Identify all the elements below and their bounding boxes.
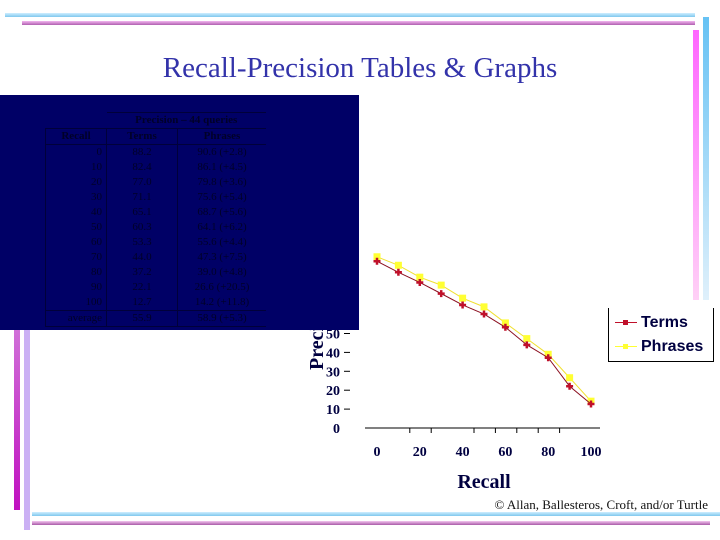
cell-recall: 10	[45, 160, 107, 175]
cell-terms: 53.3	[106, 235, 178, 250]
data-point-terms	[437, 290, 445, 298]
data-point-phrases	[523, 335, 531, 343]
y-tick-label: 40	[326, 346, 340, 361]
legend-swatch-phrases	[615, 342, 637, 352]
x-tick-label: 80	[541, 445, 555, 460]
cell-phrases: 55.6 (+4.4)	[197, 236, 247, 248]
legend-swatch-terms	[615, 318, 637, 328]
cell-phrases: 68.7 (+5.6)	[197, 206, 247, 218]
data-point-phrases	[459, 294, 467, 302]
data-point-terms	[459, 301, 467, 309]
cell-recall: 100	[45, 295, 107, 311]
y-tick-label: 30	[326, 365, 340, 380]
cell-terms: 65.1	[106, 205, 178, 220]
cell-terms: 22.1	[106, 280, 178, 295]
cell-recall: average	[45, 310, 107, 327]
cell-phrases: 26.6 (+20.5)	[194, 281, 250, 293]
cell-recall: 20	[45, 175, 107, 190]
cell-terms: 71.1	[106, 190, 178, 205]
cell-phrases: 14.2 (+11.8)	[194, 296, 250, 308]
table-row: 70 44.0 47.3 (+7.5)	[45, 250, 267, 265]
x-axis-title: Recall	[457, 471, 511, 493]
table-row: 30 71.1 75.6 (+5.4)	[45, 190, 267, 205]
cell-terms: 88.2	[106, 144, 178, 160]
cell-terms: 44.0	[106, 250, 178, 265]
cell-recall: 0	[45, 144, 107, 160]
y-tick-label: 20	[326, 384, 340, 399]
precision-table: Precision – 44 queries Recall Terms Phra…	[45, 112, 266, 327]
cell-recall: 90	[45, 280, 107, 295]
series-terms	[373, 257, 595, 408]
cell-phrases: 58.9 (+5.3)	[177, 310, 266, 327]
data-point-terms	[480, 310, 488, 318]
table-row: 20 77.0 79.8 (+3.6)	[45, 175, 267, 190]
x-tick-label: 60	[498, 445, 512, 460]
x-tick-label: 0	[374, 445, 381, 460]
data-point-phrases	[566, 374, 574, 382]
data-point-terms	[394, 268, 402, 276]
cell-phrases: 75.6 (+5.4)	[197, 191, 247, 203]
header-terms: Terms	[106, 128, 178, 145]
series-line-phrases	[376, 256, 592, 402]
table-row: 90 22.1 26.6 (+20.5)	[45, 280, 267, 295]
series-line-terms	[376, 260, 592, 405]
legend-label-terms: Terms	[641, 314, 688, 331]
table-row: 50 60.3 64.1 (+6.2)	[45, 220, 267, 235]
cell-recall: 70	[45, 250, 107, 265]
cell-phrases: 86.1 (+4.5)	[197, 161, 247, 173]
data-point-phrases	[480, 303, 488, 311]
cell-phrases: 39.0 (+4.8)	[197, 266, 247, 278]
precision-table-overlay: Precision – 44 queries Recall Terms Phra…	[0, 95, 359, 330]
data-point-phrases	[437, 281, 445, 289]
table-row: 80 37.2 39.0 (+4.8)	[45, 265, 267, 280]
cell-recall: 60	[45, 235, 107, 250]
chart-axes: 010203040500 20 40 60 80 100	[326, 238, 602, 460]
cell-terms: 60.3	[106, 220, 178, 235]
cell-phrases: 47.3 (+7.5)	[197, 251, 247, 263]
chart-series	[373, 253, 595, 408]
table-caption-row: Precision – 44 queries	[46, 112, 266, 129]
x-tick-label: 40	[456, 445, 470, 460]
legend-label-phrases: Phrases	[641, 338, 704, 355]
table-header-row: Recall Terms Phrases	[45, 128, 266, 145]
table-row: 10 82.4 86.1 (+4.5)	[45, 160, 267, 175]
cell-phrases: 64.1 (+6.2)	[197, 221, 247, 233]
table-row: 100 12.7 14.2 (+11.8)	[45, 295, 267, 311]
cell-recall: 50	[45, 220, 107, 235]
cell-terms: 37.2	[106, 265, 178, 280]
cell-recall: 40	[45, 205, 107, 220]
cell-recall: 80	[45, 265, 107, 280]
table-caption: Precision – 44 queries	[106, 112, 266, 129]
y-tick-label: 0	[333, 422, 340, 437]
header-recall: Recall	[45, 128, 107, 145]
cell-phrases: 79.8 (+3.6)	[197, 176, 247, 188]
copyright-footer: © Allan, Ballesteros, Croft, and/or Turt…	[494, 497, 708, 512]
cell-terms: 77.0	[106, 175, 178, 190]
legend-item-phrases: Phrases	[615, 335, 703, 359]
x-tick-label: 20	[413, 445, 427, 460]
data-point-phrases	[394, 261, 402, 269]
table-row: 60 53.3 55.6 (+4.4)	[45, 235, 267, 250]
x-tick-label: 100	[581, 445, 602, 460]
cell-terms: 82.4	[106, 160, 178, 175]
cell-phrases: 90.6 (+2.8)	[197, 146, 247, 158]
chart-legend: Terms Phrases	[608, 308, 714, 362]
cell-terms: 55.9	[106, 310, 178, 327]
table-average-row: average 55.9 58.9 (+5.3)	[45, 310, 266, 327]
table-row: 40 65.1 68.7 (+5.6)	[45, 205, 267, 220]
cell-recall: 30	[45, 190, 107, 205]
table-row: 0 88.2 90.6 (+2.8)	[45, 144, 267, 160]
header-phrases: Phrases	[177, 128, 266, 145]
y-tick-label: 10	[326, 403, 340, 418]
legend-item-terms: Terms	[615, 311, 688, 335]
cell-terms: 12.7	[106, 295, 178, 311]
